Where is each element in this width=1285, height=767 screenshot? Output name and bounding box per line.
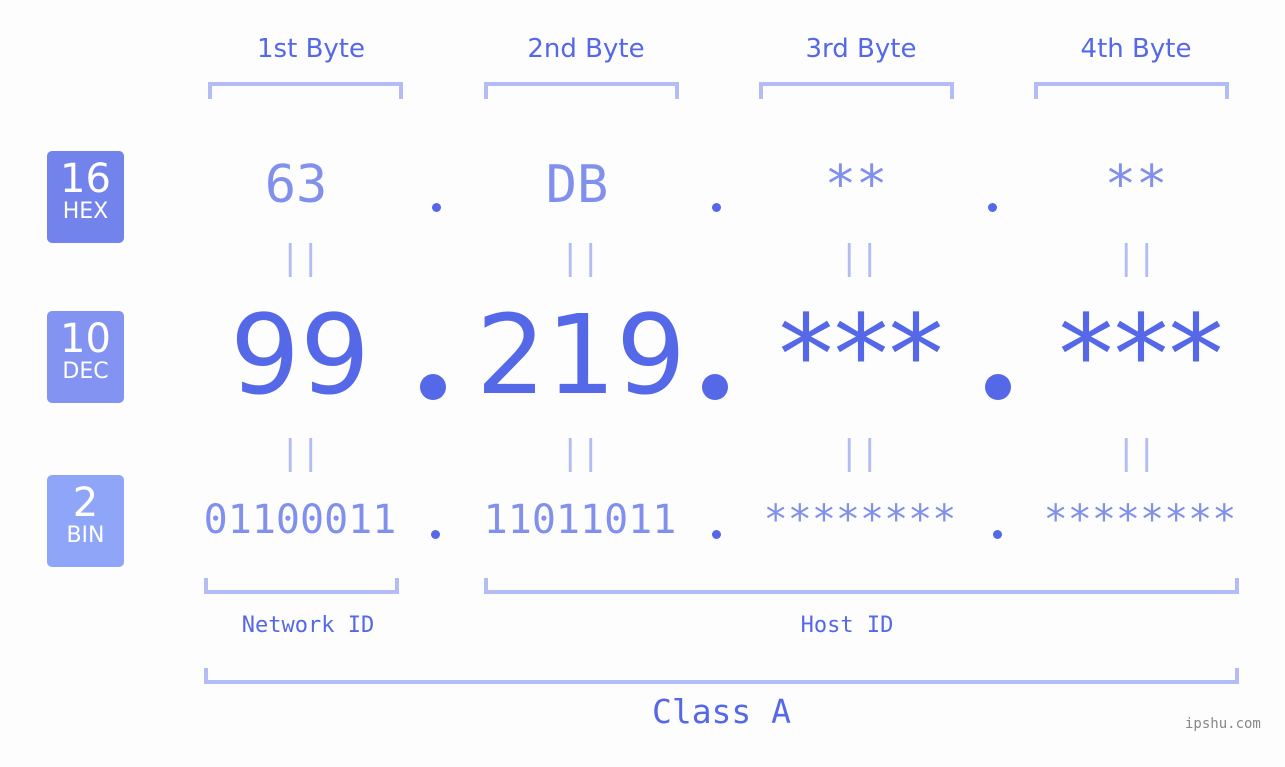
byte-bracket-3	[759, 82, 954, 99]
hex-badge-number: 16	[60, 156, 111, 202]
byte-bracket-1	[208, 82, 403, 99]
equals-dec-bin-1: ||	[280, 433, 321, 473]
hex-value-1: 63	[264, 155, 328, 215]
hex-dot-1	[432, 203, 441, 212]
network-id-label: Network ID	[241, 613, 375, 638]
bin-value-4: ********	[1043, 497, 1237, 543]
byte-bracket-2	[484, 82, 679, 99]
hex-badge: 16 HEX	[47, 151, 124, 243]
hex-value-4: **	[1104, 155, 1168, 215]
byte-label-4: 4th Byte	[1080, 34, 1192, 64]
network-id-bracket	[204, 578, 399, 594]
equals-dec-bin-4: ||	[1116, 433, 1157, 473]
bin-badge-label: BIN	[66, 523, 105, 548]
bin-dot-3	[993, 530, 1002, 539]
bin-dot-2	[712, 530, 721, 539]
byte-bracket-4	[1034, 82, 1229, 99]
dec-value-3: ***	[778, 291, 944, 419]
class-label: Class A	[651, 692, 792, 731]
class-bracket	[204, 668, 1239, 684]
equals-dec-bin-2: ||	[560, 433, 601, 473]
byte-label-2: 2nd Byte	[527, 34, 645, 64]
hex-value-2: DB	[545, 155, 609, 215]
hex-value-3: **	[824, 155, 888, 215]
dec-value-1: 99	[230, 291, 370, 419]
host-id-label: Host ID	[800, 613, 894, 638]
dec-dot-3	[985, 374, 1011, 400]
hex-dot-3	[988, 203, 997, 212]
equals-dec-bin-3: ||	[839, 433, 880, 473]
bin-badge: 2 BIN	[47, 475, 124, 567]
byte-label-1: 1st Byte	[257, 34, 365, 64]
watermark: ipshu.com	[1185, 716, 1261, 732]
dec-badge-number: 10	[60, 316, 111, 362]
equals-hex-dec-2: ||	[560, 238, 601, 278]
dec-value-2: 219	[476, 291, 686, 419]
bin-value-2: 11011011	[483, 497, 677, 543]
host-id-bracket	[484, 578, 1239, 594]
dec-dot-2	[702, 374, 728, 400]
dec-badge-label: DEC	[62, 359, 109, 384]
bin-value-3: ********	[763, 497, 957, 543]
bin-badge-number: 2	[72, 480, 99, 526]
dec-value-4: ***	[1058, 291, 1224, 419]
byte-label-3: 3rd Byte	[805, 34, 917, 64]
equals-hex-dec-1: ||	[280, 238, 321, 278]
dec-badge: 10 DEC	[47, 311, 124, 403]
hex-badge-label: HEX	[62, 199, 109, 224]
equals-hex-dec-4: ||	[1116, 238, 1157, 278]
equals-hex-dec-3: ||	[839, 238, 880, 278]
dec-dot-1	[420, 374, 446, 400]
bin-dot-1	[431, 530, 440, 539]
hex-dot-2	[712, 203, 721, 212]
bin-value-1: 01100011	[203, 497, 397, 543]
